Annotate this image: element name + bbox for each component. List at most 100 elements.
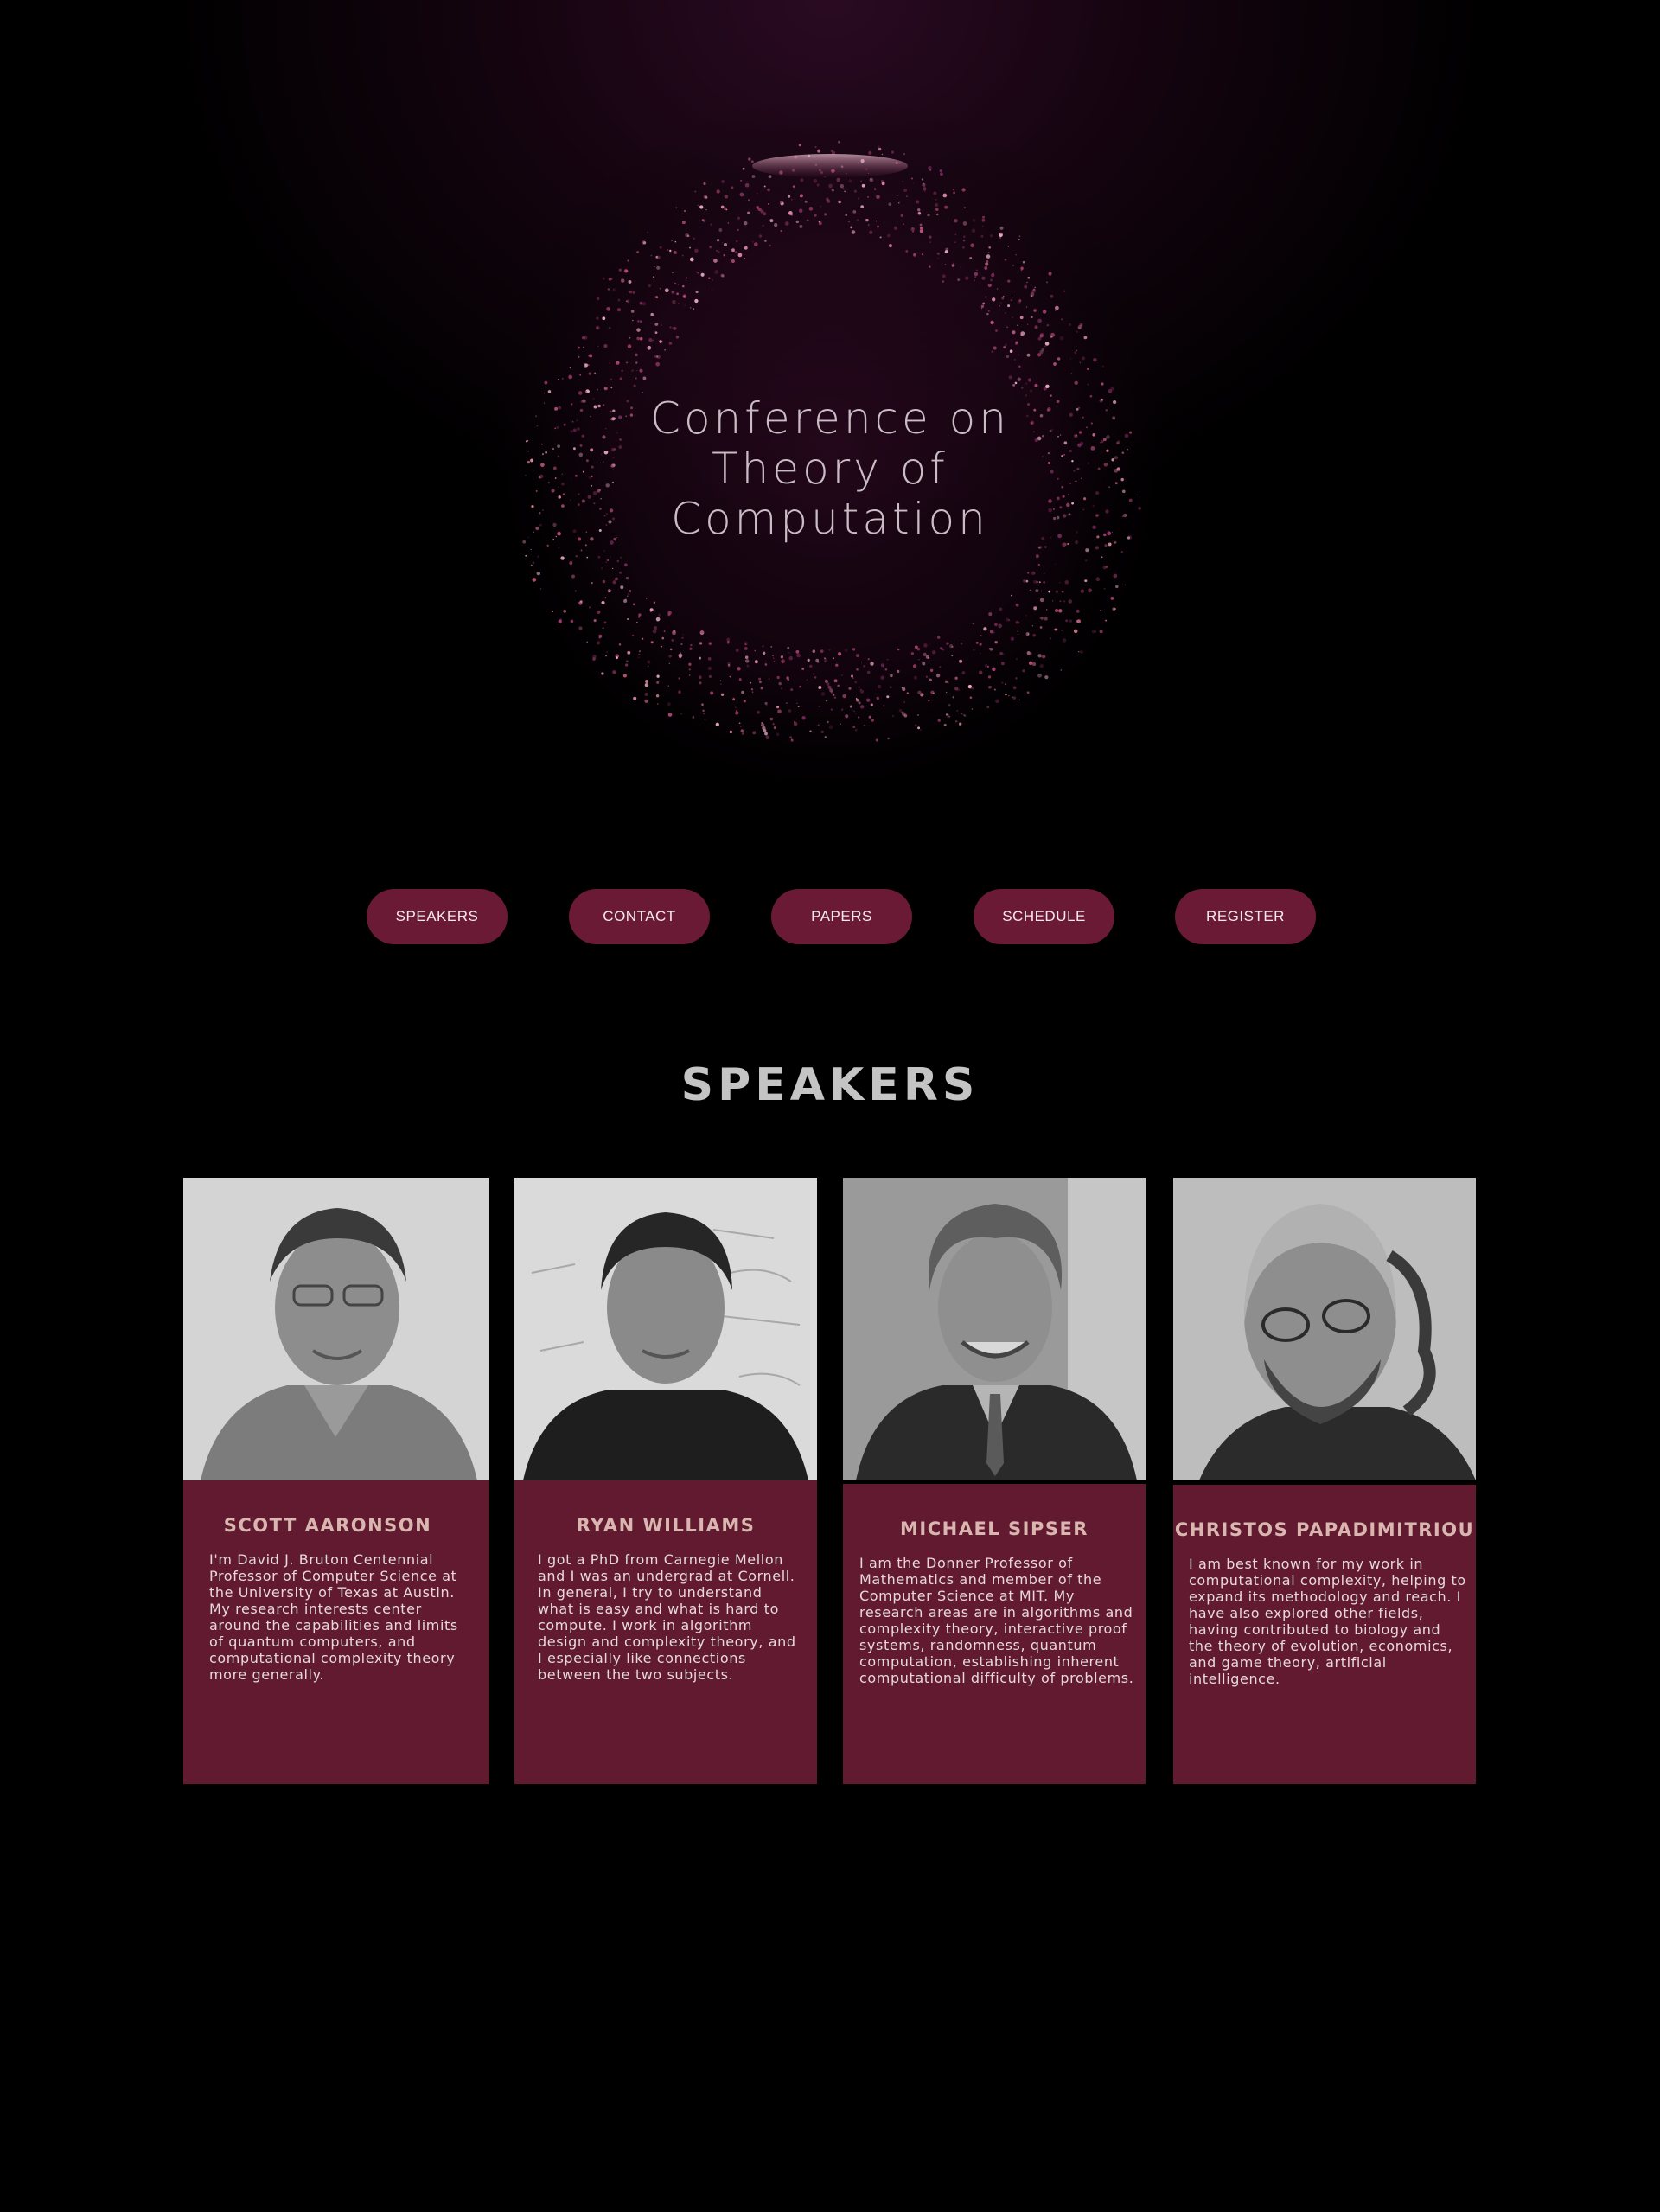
orb-particle bbox=[980, 235, 984, 238]
orb-particle bbox=[818, 686, 822, 689]
orb-particle bbox=[799, 224, 803, 228]
orb-particle bbox=[992, 667, 996, 672]
orb-particle bbox=[742, 167, 745, 170]
orb-particle bbox=[527, 451, 530, 452]
orb-particle bbox=[1108, 486, 1110, 488]
orb-particle bbox=[996, 288, 999, 290]
orb-particle bbox=[939, 169, 942, 173]
orb-particle bbox=[552, 611, 554, 613]
orb-particle bbox=[814, 214, 817, 217]
orb-particle bbox=[917, 208, 921, 212]
orb-particle bbox=[739, 678, 742, 681]
orb-particle bbox=[918, 659, 920, 661]
orb-particle bbox=[721, 242, 723, 244]
nav-register-button[interactable]: REGISTER bbox=[1175, 889, 1316, 944]
orb-particle bbox=[672, 299, 676, 304]
orb-particle bbox=[657, 703, 659, 705]
nav-speakers-button[interactable]: SPEAKERS bbox=[367, 889, 508, 944]
orb-particle bbox=[698, 675, 702, 680]
orb-particle bbox=[1080, 589, 1084, 593]
orb-particle bbox=[712, 279, 714, 281]
orb-particle bbox=[929, 235, 932, 239]
orb-particle bbox=[982, 215, 985, 219]
orb-particle bbox=[853, 710, 855, 713]
orb-particle bbox=[762, 645, 764, 648]
orb-particle bbox=[536, 425, 539, 427]
orb-particle bbox=[921, 178, 924, 181]
orb-particle bbox=[994, 623, 998, 627]
speaker-card-williams: RYAN WILLIAMS I got a PhD from Carnegie … bbox=[514, 1178, 817, 1784]
orb-particle bbox=[970, 687, 974, 690]
orb-particle bbox=[1044, 546, 1047, 548]
orb-particle bbox=[919, 229, 923, 233]
orb-particle bbox=[1006, 355, 1010, 359]
orb-particle bbox=[723, 242, 728, 247]
orb-particle bbox=[856, 699, 859, 702]
orb-particle bbox=[533, 531, 534, 534]
nav-papers-button[interactable]: PAPERS bbox=[771, 889, 912, 944]
orb-particle bbox=[1027, 378, 1032, 382]
orb-particle bbox=[1043, 581, 1046, 584]
orb-particle bbox=[744, 246, 748, 250]
orb-particle bbox=[861, 183, 865, 188]
orb-particle bbox=[940, 647, 943, 650]
orb-particle bbox=[737, 216, 741, 220]
nav-contact-button[interactable]: CONTACT bbox=[569, 889, 710, 944]
orb-particle bbox=[674, 240, 677, 243]
orb-particle bbox=[954, 676, 958, 680]
orb-particle bbox=[769, 219, 774, 223]
orb-particle bbox=[671, 290, 675, 295]
orb-particle bbox=[832, 694, 835, 696]
orb-particle bbox=[652, 339, 654, 342]
orb-particle bbox=[1035, 554, 1039, 559]
orb-particle bbox=[1128, 498, 1133, 502]
orb-particle bbox=[569, 376, 571, 378]
orb-particle bbox=[626, 361, 628, 364]
orb-particle bbox=[684, 304, 686, 307]
orb-particle bbox=[739, 192, 744, 197]
orb-particle bbox=[653, 276, 655, 278]
orb-particle bbox=[954, 719, 958, 723]
orb-particle bbox=[809, 730, 812, 732]
orb-particle bbox=[588, 372, 591, 375]
orb-particle bbox=[1123, 513, 1127, 518]
orb-particle bbox=[1054, 310, 1057, 312]
orb-particle bbox=[1073, 629, 1078, 634]
orb-particle bbox=[688, 674, 691, 676]
orb-particle bbox=[943, 723, 947, 726]
orb-particle bbox=[654, 322, 659, 326]
orb-particle bbox=[751, 175, 756, 179]
orb-particle bbox=[776, 732, 780, 737]
orb-particle bbox=[750, 160, 754, 163]
orb-particle bbox=[741, 732, 744, 735]
orb-particle bbox=[655, 617, 661, 622]
orb-particle bbox=[897, 648, 900, 651]
nav-schedule-button[interactable]: SCHEDULE bbox=[974, 889, 1114, 944]
orb-particle bbox=[649, 610, 652, 613]
orb-particle bbox=[1001, 297, 1005, 300]
orb-particle bbox=[963, 235, 966, 239]
speaker-card-sipser: MICHAEL SIPSER I am the Donner Professor… bbox=[843, 1178, 1146, 1784]
orb-particle bbox=[569, 561, 573, 566]
orb-particle bbox=[592, 655, 597, 659]
orb-particle bbox=[837, 684, 840, 687]
orb-particle bbox=[694, 190, 697, 193]
orb-particle bbox=[957, 278, 961, 281]
orb-particle bbox=[988, 252, 990, 253]
orb-particle bbox=[615, 656, 618, 660]
orb-particle bbox=[1048, 590, 1051, 593]
orb-particle bbox=[603, 550, 605, 552]
orb-particle bbox=[571, 574, 575, 579]
orb-particle bbox=[953, 191, 955, 195]
orb-particle bbox=[597, 297, 600, 301]
orb-particle bbox=[1076, 609, 1080, 613]
orb-particle bbox=[944, 205, 948, 209]
orb-particle bbox=[1127, 536, 1131, 540]
orb-particle bbox=[681, 254, 684, 257]
orb-particle bbox=[699, 642, 703, 645]
orb-particle bbox=[954, 241, 956, 243]
orb-particle bbox=[994, 640, 999, 644]
orb-particle bbox=[1018, 239, 1020, 241]
orb-particle bbox=[700, 630, 705, 634]
orb-particle bbox=[1069, 619, 1073, 623]
